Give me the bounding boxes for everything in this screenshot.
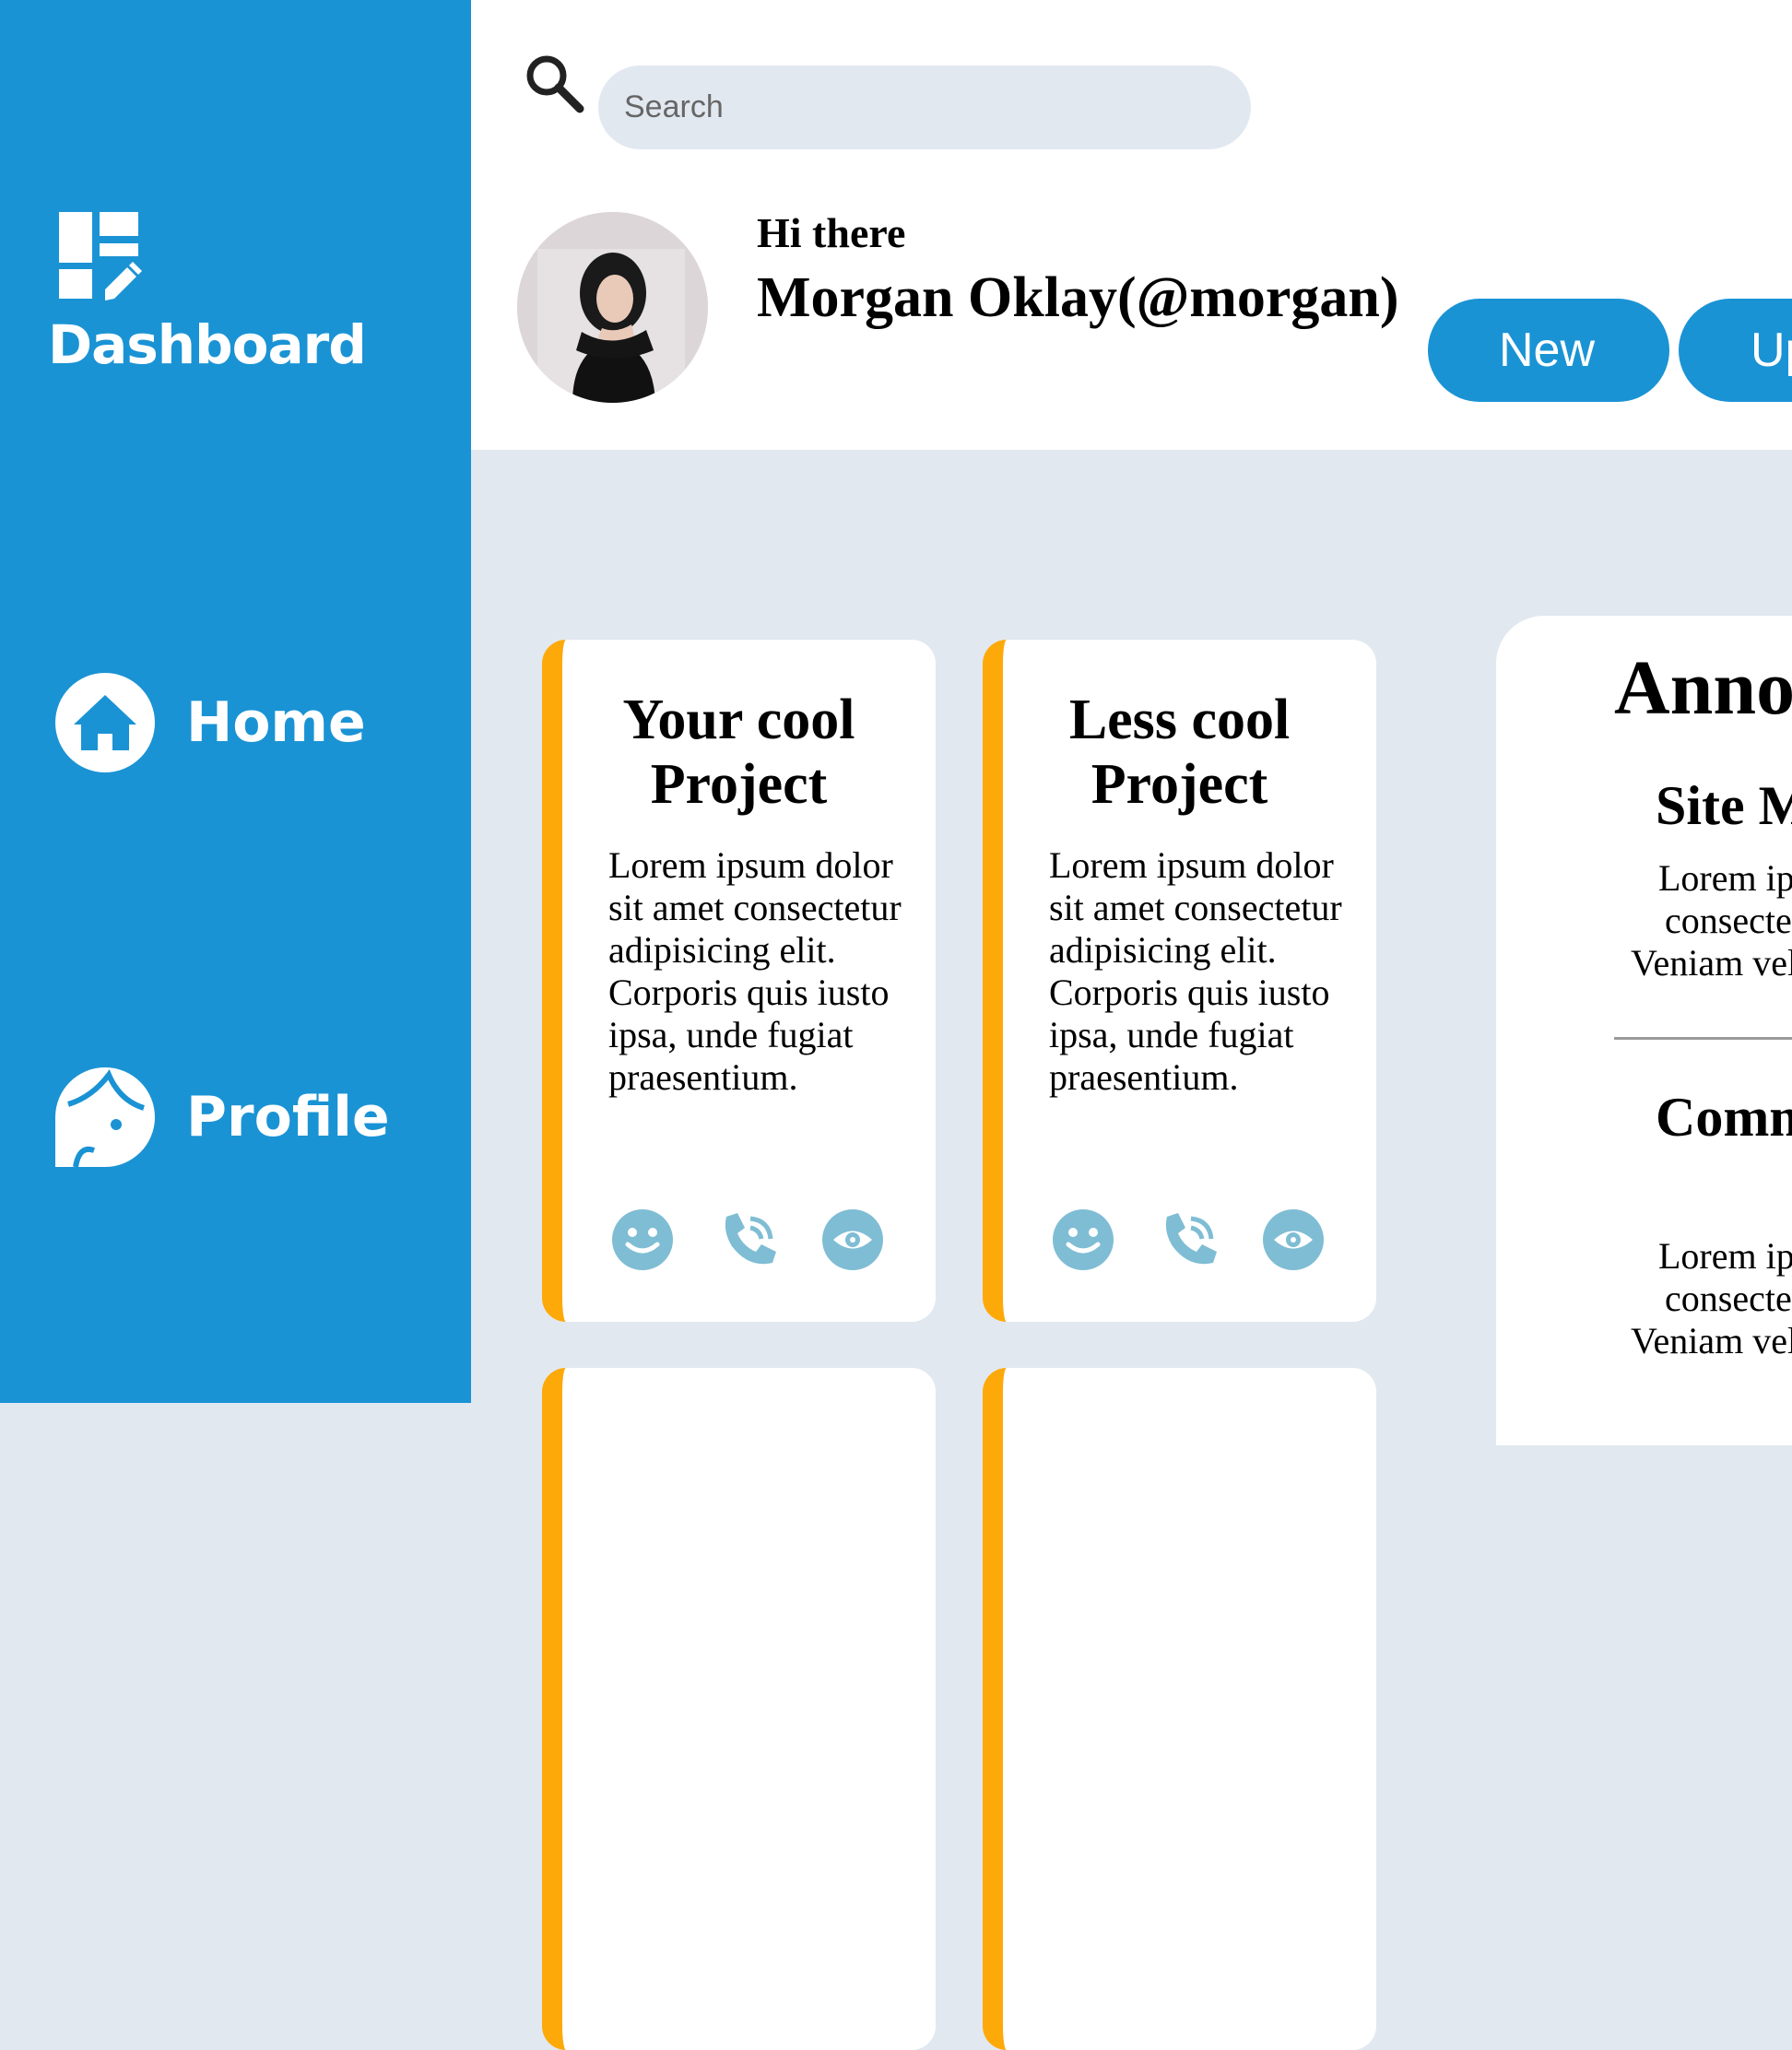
- smile-icon[interactable]: [612, 1209, 673, 1270]
- sidebar-item-profile[interactable]: Profile: [55, 1067, 390, 1167]
- project-description: Lorem ipsum dolor sit amet consectetur a…: [608, 844, 902, 1098]
- user-name: Morgan Oklay(@morgan): [757, 266, 1399, 329]
- sidebar-item-label: Home: [186, 690, 366, 755]
- phone-icon[interactable]: [1160, 1209, 1220, 1270]
- announcements-panel: Announcements Site Maintenance Lorem ips…: [1496, 616, 1792, 1445]
- sidebar-item-label: Profile: [186, 1085, 390, 1149]
- brand-label: Dashboard: [48, 313, 367, 376]
- announcement-text: Lorem ipsum dolor sit amet: [1658, 857, 1792, 899]
- announcement-text: Veniam velit placeat: [1631, 1320, 1792, 1361]
- eye-icon[interactable]: [822, 1209, 883, 1270]
- brand[interactable]: Dashboard: [48, 212, 367, 376]
- search-icon[interactable]: [523, 52, 585, 114]
- announcement-text: Veniam velit placeat: [1631, 942, 1792, 984]
- smile-icon[interactable]: [1053, 1209, 1114, 1270]
- announcement-text: consectetur adipisicing elit.: [1665, 1278, 1792, 1319]
- sidebar: Dashboard Home Profile: [0, 0, 471, 1403]
- profile-face-icon: [55, 1067, 155, 1167]
- announcements-title: Announcements: [1614, 645, 1792, 731]
- sidebar-item-home[interactable]: Home: [55, 673, 366, 772]
- project-card: [983, 1368, 1376, 2050]
- project-description: Lorem ipsum dolor sit amet consectetur a…: [1049, 844, 1342, 1098]
- greeting: Hi there: [757, 209, 906, 256]
- new-button[interactable]: New: [1428, 299, 1669, 402]
- dashboard-edit-icon: [59, 212, 142, 300]
- announcement-text: Lorem ipsum dolor sit amet: [1658, 1235, 1792, 1277]
- project-card: Your cool Project Lorem ipsum dolor sit …: [542, 640, 936, 1322]
- project-title: Less cool Project: [1068, 689, 1291, 816]
- project-title: Your cool Project: [622, 689, 855, 816]
- announcement-text: consectetur adipisicing elit.: [1665, 900, 1792, 941]
- divider: [1614, 1037, 1792, 1040]
- header: Hi there Morgan Oklay(@morgan) New Uploa…: [471, 0, 1792, 450]
- home-icon: [55, 673, 155, 772]
- announcement-title: Community Share Day: [1656, 1087, 1792, 1148]
- upload-button[interactable]: Upload: [1679, 299, 1792, 402]
- eye-icon[interactable]: [1263, 1209, 1324, 1270]
- project-actions: [1053, 1209, 1338, 1270]
- project-card: Less cool Project Lorem ipsum dolor sit …: [983, 640, 1376, 1322]
- project-actions: [612, 1209, 898, 1270]
- project-card: [542, 1368, 936, 2050]
- avatar: [517, 212, 708, 403]
- phone-icon[interactable]: [719, 1209, 780, 1270]
- announcement-title: Site Maintenance: [1656, 775, 1792, 836]
- search-input[interactable]: [598, 65, 1251, 149]
- avatar-photo: [517, 212, 708, 403]
